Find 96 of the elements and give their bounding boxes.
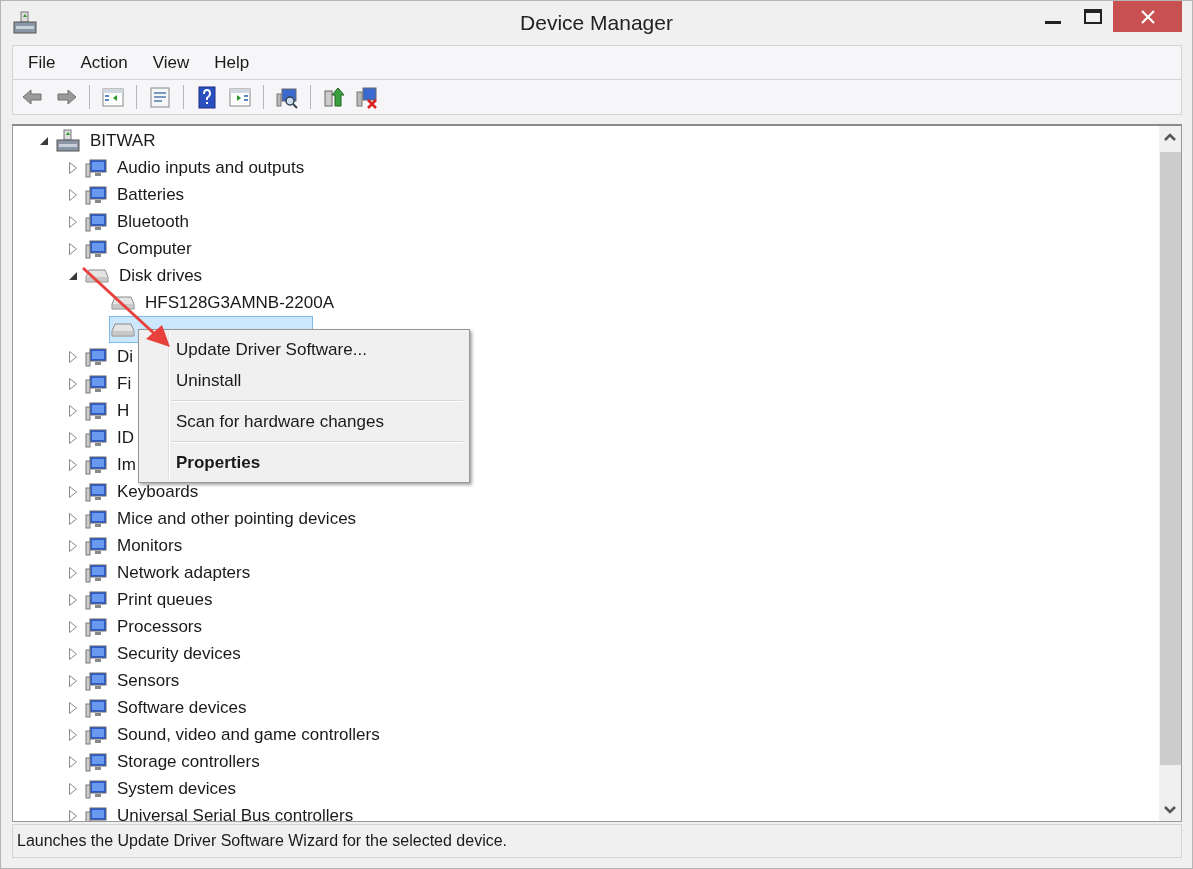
expand-arrow-icon[interactable] bbox=[69, 620, 77, 633]
device-icon bbox=[85, 697, 107, 718]
device-icon bbox=[85, 427, 107, 448]
window-title: Device Manager bbox=[520, 11, 673, 34]
uninstall-icon bbox=[355, 85, 379, 109]
device-icon bbox=[85, 238, 107, 259]
expand-arrow-icon[interactable] bbox=[69, 377, 77, 390]
scan-monitor-icon bbox=[275, 85, 299, 109]
menu-item[interactable]: Update Driver Software... bbox=[139, 334, 466, 365]
expand-arrow-icon[interactable] bbox=[69, 161, 77, 174]
expand-arrow-icon[interactable] bbox=[69, 701, 77, 714]
properties-icon bbox=[148, 85, 172, 109]
maximize-icon bbox=[1084, 8, 1102, 25]
menu-item[interactable]: Help bbox=[203, 49, 262, 76]
tree-item[interactable]: Im bbox=[114, 452, 139, 477]
status-bar: Launches the Update Driver Software Wizard for the selected device. bbox=[12, 824, 1182, 858]
device-icon bbox=[85, 616, 107, 637]
tree-item[interactable]: Disk drives bbox=[116, 263, 206, 288]
expand-arrow-icon[interactable] bbox=[69, 728, 77, 741]
console-tree-icon bbox=[101, 85, 125, 109]
tree-item[interactable]: Network adapters bbox=[114, 560, 254, 585]
tree-item[interactable]: Sensors bbox=[114, 668, 183, 693]
device-icon bbox=[85, 400, 107, 421]
device-icon bbox=[85, 454, 107, 475]
tree-item[interactable]: Software devices bbox=[114, 695, 250, 720]
device-icon bbox=[85, 805, 107, 821]
tree-item[interactable]: System devices bbox=[114, 776, 240, 801]
expand-arrow-icon[interactable] bbox=[69, 566, 77, 579]
menu-item[interactable]: Uninstall bbox=[139, 365, 466, 396]
tree-item[interactable]: Universal Serial Bus controllers bbox=[114, 803, 357, 821]
tree-item[interactable]: Processors bbox=[114, 614, 206, 639]
tree-item[interactable]: Batteries bbox=[114, 182, 188, 207]
drive-icon bbox=[111, 322, 135, 337]
device-icon bbox=[85, 751, 107, 772]
expand-arrow-icon[interactable] bbox=[69, 431, 77, 444]
tree-item[interactable]: HFS128G3AMNB-2200A bbox=[109, 289, 339, 316]
menu-item[interactable]: Action bbox=[69, 49, 140, 76]
tree-item[interactable]: Storage controllers bbox=[114, 749, 263, 774]
tree-item[interactable]: Sound, video and game controllers bbox=[114, 722, 383, 747]
expand-arrow-icon[interactable] bbox=[69, 647, 77, 660]
close-icon bbox=[1140, 9, 1155, 24]
minimize-icon bbox=[1045, 21, 1061, 24]
device-icon bbox=[85, 373, 107, 394]
menu-item[interactable]: File bbox=[17, 49, 68, 76]
device-icon bbox=[85, 535, 107, 556]
device-icon bbox=[85, 211, 107, 232]
expand-arrow-icon[interactable] bbox=[69, 782, 77, 795]
tree-item[interactable]: Di bbox=[114, 344, 137, 369]
expand-arrow-icon[interactable] bbox=[69, 809, 77, 821]
computer-icon bbox=[56, 128, 80, 153]
expand-arrow-icon[interactable] bbox=[69, 512, 77, 525]
expand-arrow-icon[interactable] bbox=[69, 674, 77, 687]
tree-item[interactable]: ID bbox=[114, 425, 137, 450]
tree-item[interactable]: Fi bbox=[114, 371, 135, 396]
tree-item[interactable]: Monitors bbox=[114, 533, 186, 558]
device-icon bbox=[85, 481, 107, 502]
device-icon bbox=[85, 778, 107, 799]
device-icon bbox=[85, 589, 107, 610]
collapse-arrow-icon[interactable] bbox=[40, 136, 48, 145]
tree-item[interactable]: Mice and other pointing devices bbox=[114, 506, 360, 531]
menu-item[interactable]: Scan for hardware changes bbox=[139, 406, 466, 437]
action-pane-icon bbox=[228, 85, 252, 109]
scrollbar[interactable] bbox=[1159, 126, 1181, 821]
expand-arrow-icon[interactable] bbox=[69, 404, 77, 417]
expand-arrow-icon[interactable] bbox=[69, 350, 77, 363]
menu-item[interactable]: Properties bbox=[139, 447, 466, 478]
expand-arrow-icon[interactable] bbox=[69, 593, 77, 606]
device-icon bbox=[85, 157, 107, 178]
expand-arrow-icon[interactable] bbox=[69, 188, 77, 201]
device-manager-icon bbox=[13, 11, 37, 35]
tree-item[interactable]: Print queues bbox=[114, 587, 216, 612]
expand-arrow-icon[interactable] bbox=[69, 755, 77, 768]
expand-arrow-icon[interactable] bbox=[69, 242, 77, 255]
help-icon bbox=[195, 85, 219, 109]
collapse-arrow-icon[interactable] bbox=[69, 271, 77, 280]
device-icon bbox=[85, 670, 107, 691]
tree-item[interactable]: Computer bbox=[114, 236, 195, 261]
close-button[interactable] bbox=[1113, 1, 1182, 32]
menu-item[interactable]: View bbox=[141, 49, 202, 76]
device-icon bbox=[85, 562, 107, 583]
device-icon bbox=[85, 643, 107, 664]
device-icon bbox=[85, 508, 107, 529]
expand-arrow-icon[interactable] bbox=[69, 215, 77, 228]
device-icon bbox=[85, 724, 107, 745]
tree-item[interactable]: Security devices bbox=[114, 641, 244, 666]
device-icon bbox=[85, 346, 107, 367]
expand-arrow-icon[interactable] bbox=[69, 458, 77, 471]
device-icon bbox=[85, 184, 107, 205]
update-driver-icon bbox=[322, 85, 346, 109]
tree-item[interactable]: Keyboards bbox=[114, 479, 202, 504]
tree-item[interactable]: BITWAR bbox=[87, 128, 159, 153]
tree-item[interactable]: Audio inputs and outputs bbox=[114, 155, 308, 180]
expand-arrow-icon[interactable] bbox=[69, 539, 77, 552]
expand-arrow-icon[interactable] bbox=[69, 485, 77, 498]
tree-item[interactable]: Bluetooth bbox=[114, 209, 192, 234]
tree-item[interactable]: H bbox=[114, 398, 133, 423]
